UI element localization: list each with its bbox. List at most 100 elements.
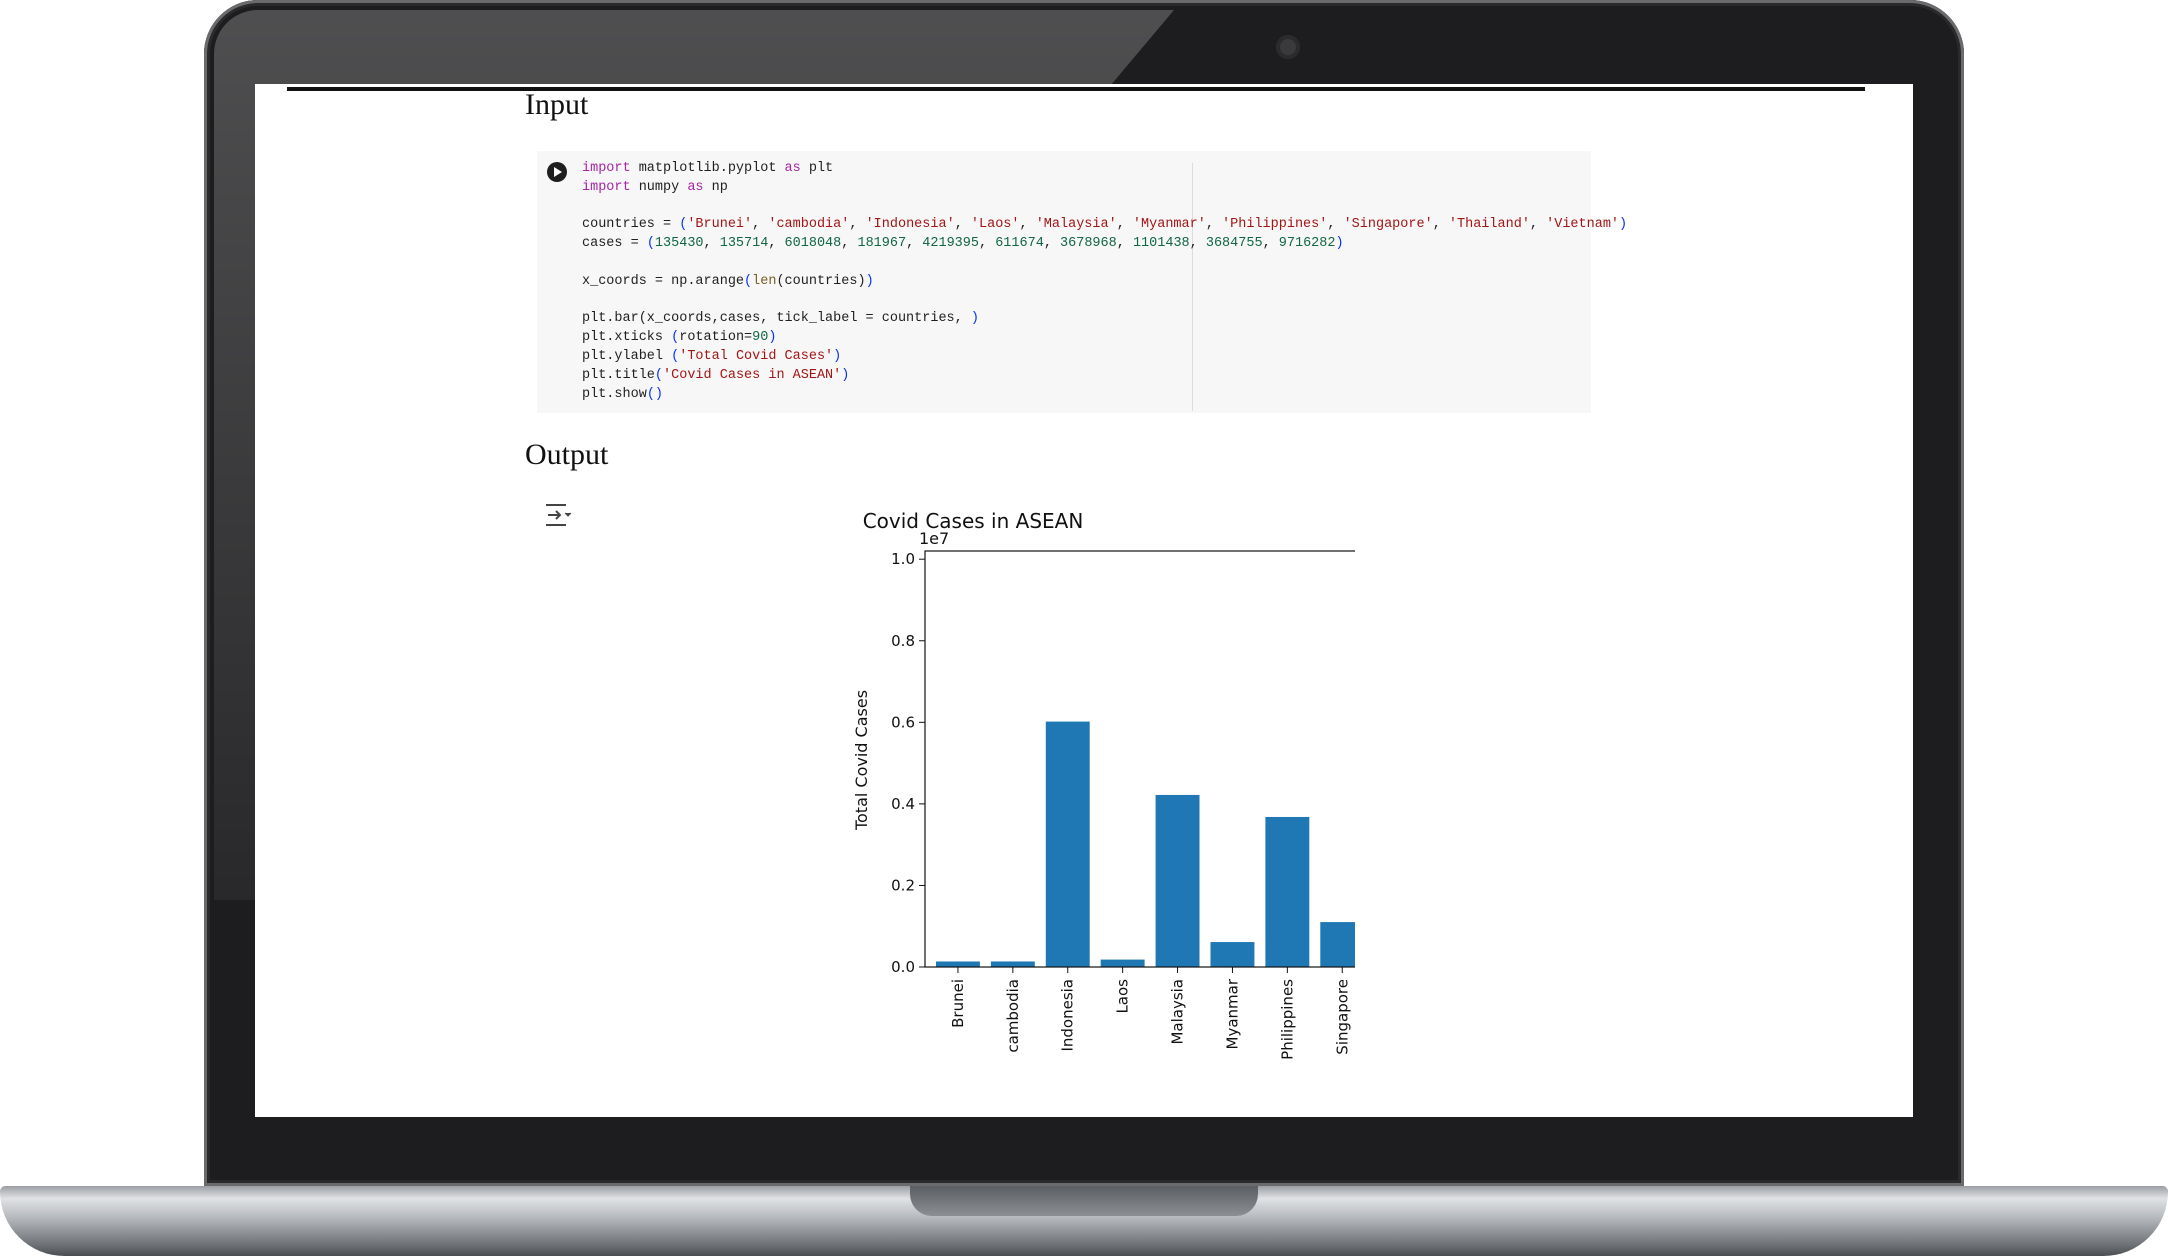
code-token: np <box>703 179 728 195</box>
code-token: ) <box>865 273 874 289</box>
chart-marks: Brunei cambodia Indonesia Laos Malaysia Myanm… <box>891 550 1355 1060</box>
x-tick-label: Philippines <box>1278 979 1296 1060</box>
x-tick-label: cambodia <box>1004 979 1022 1053</box>
code-token: , <box>849 217 866 233</box>
play-circle-icon[interactable] <box>547 162 567 182</box>
y-tick-label: 0.0 <box>891 958 915 976</box>
x-tick-label: Laos <box>1114 979 1132 1014</box>
code-token: , <box>1019 217 1036 233</box>
code-token: plt.show <box>582 386 647 402</box>
code-token: () <box>646 386 664 402</box>
output-heading: Output <box>525 438 609 471</box>
code-token: ( <box>646 236 655 252</box>
code-token: numpy <box>630 179 688 195</box>
laptop-base <box>0 1186 2168 1256</box>
code-token: ) <box>768 330 777 346</box>
code-line: plt.show() <box>582 386 1627 405</box>
code-token: , <box>1205 217 1223 233</box>
code-token: as <box>687 179 704 195</box>
bar-malaysia <box>1155 794 1200 967</box>
code-token: ( <box>744 273 753 289</box>
code-token: 4219395 <box>922 236 979 252</box>
bar-myanmar <box>1210 942 1255 967</box>
code-token: ( <box>654 367 664 383</box>
code-token: ) <box>841 367 850 383</box>
code-token: , <box>979 236 996 252</box>
code-token: 'Philippines' <box>1222 217 1328 233</box>
code-token: cases = <box>582 236 647 252</box>
code-token: 'cambodia' <box>768 217 850 233</box>
code-token: as <box>784 161 801 176</box>
code-token: 135430 <box>654 236 704 252</box>
code-token: , <box>1043 236 1061 252</box>
bar-singapore <box>1320 922 1355 967</box>
code-token: , <box>1116 217 1133 233</box>
x-tick-label: Malaysia <box>1169 979 1187 1045</box>
code-token: 611674 <box>995 236 1044 252</box>
code-token: , <box>752 217 769 233</box>
axis-offset-label: 1e7 <box>919 529 949 548</box>
output-collapse-icon[interactable] <box>543 502 573 528</box>
code-token: 'Total Covid Cases' <box>679 348 834 364</box>
bar-laos <box>1100 959 1145 967</box>
code-token: rotation= <box>679 330 753 346</box>
code-token: countries = <box>582 217 680 233</box>
code-token: plt.xticks <box>582 330 672 346</box>
bar-philippines <box>1265 816 1310 967</box>
code-token: len <box>752 273 777 289</box>
code-token: plt.ylabel <box>582 348 672 364</box>
code-token: ) <box>1619 217 1628 233</box>
code-token: ) <box>970 311 979 327</box>
x-tick-label: Indonesia <box>1059 979 1077 1052</box>
code-token: plt.title <box>582 367 655 383</box>
code-line: import numpy as np <box>582 179 1627 198</box>
code-token: , <box>1529 217 1547 233</box>
chart-title: Covid Cases in ASEAN <box>863 509 1084 533</box>
code-token: , <box>841 236 858 252</box>
code-token: , <box>906 236 923 252</box>
code-token: , <box>954 217 971 233</box>
y-tick-label: 0.2 <box>891 876 915 894</box>
code-token: 'Covid Cases in ASEAN' <box>663 367 842 383</box>
laptop-notch <box>910 1186 1258 1216</box>
code-line: cases = (135430, 135714, 6018048, 181967… <box>582 235 1627 254</box>
y-tick-label: 0.6 <box>891 713 915 731</box>
code-token: , <box>1432 217 1449 233</box>
code-token: ) <box>833 348 842 364</box>
code-line: plt.title('Covid Cases in ASEAN') <box>582 367 1627 386</box>
code-line: import matplotlib.pyplot as plt <box>582 160 1627 179</box>
code-line: plt.xticks (rotation=90) <box>582 329 1627 348</box>
code-token: , <box>1116 236 1133 252</box>
code-cell[interactable]: import matplotlib.pyplot as plt import nu… <box>537 151 1627 413</box>
code-token: ) <box>1335 236 1344 252</box>
y-axis-label: Total Covid Cases <box>852 690 871 831</box>
bar-brunei <box>935 961 980 967</box>
code-editor[interactable]: import matplotlib.pyplot as plt import nu… <box>582 160 1627 404</box>
y-tick-label: 0.4 <box>891 795 915 813</box>
code-token: import <box>582 179 631 195</box>
y-tick-label: 1.0 <box>891 550 915 568</box>
webcam-icon <box>1276 35 1300 59</box>
bar-cambodia <box>990 961 1035 967</box>
code-line: plt.bar(x_coords,cases, tick_label = cou… <box>582 310 1627 329</box>
top-divider <box>287 87 1865 91</box>
code-token: 3678968 <box>1060 236 1117 252</box>
code-token: 9716282 <box>1278 236 1336 252</box>
code-token: import <box>582 161 631 176</box>
bar-indonesia <box>1045 721 1090 967</box>
code-token: 'Indonesia' <box>865 217 955 233</box>
y-tick-label: 0.8 <box>891 632 915 650</box>
code-token: , <box>1262 236 1279 252</box>
x-tick-label: Myanmar <box>1223 978 1241 1049</box>
code-token: x_coords = np.arange <box>582 273 745 289</box>
code-token: 1101438 <box>1132 236 1190 252</box>
code-token: 'Laos' <box>970 217 1020 233</box>
code-token: 'Singapore' <box>1343 217 1433 233</box>
code-token: 6018048 <box>784 236 842 252</box>
code-token: plt <box>800 161 834 176</box>
code-token: 'Vietnam' <box>1546 217 1620 233</box>
code-token: , <box>1327 217 1344 233</box>
code-line: x_coords = np.arange(len(countries)) <box>582 273 1627 292</box>
x-tick-label: Brunei <box>949 979 967 1028</box>
